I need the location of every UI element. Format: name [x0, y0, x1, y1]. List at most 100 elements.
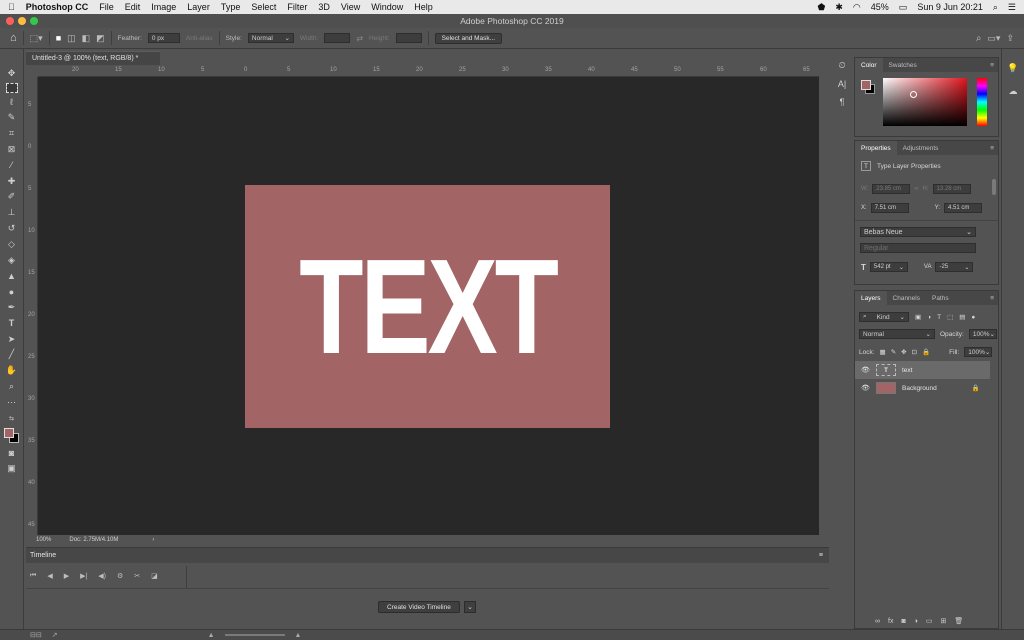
menu-type[interactable]: Type [221, 2, 241, 12]
properties-scrollbar[interactable] [992, 179, 996, 195]
tracking-input[interactable]: -25 ⌄ [935, 262, 974, 272]
home-icon[interactable]: ⌂ [10, 32, 17, 44]
paragraph-panel-icon[interactable]: ¶ [840, 97, 845, 107]
style-select[interactable]: Normal ⌄ [247, 33, 294, 43]
path-selection-tool-icon[interactable]: ➤ [5, 333, 19, 346]
character-panel-icon[interactable]: A| [838, 79, 846, 89]
learn-lightbulb-icon[interactable]: 💡 [1007, 63, 1018, 74]
lock-all-icon[interactable]: 🔒 [922, 348, 930, 356]
panel-menu-icon[interactable]: ≡ [990, 62, 998, 69]
adjustment-layer-icon[interactable]: ◑ [914, 618, 918, 625]
prev-frame-icon[interactable]: ◀ [47, 572, 52, 580]
rectangular-marquee-tool-icon[interactable] [5, 82, 18, 93]
clone-stamp-tool-icon[interactable]: ⊥ [5, 206, 19, 219]
layer-style-icon[interactable]: fx [888, 618, 893, 625]
text-layer-content[interactable]: TEXT [299, 239, 559, 374]
healing-brush-tool-icon[interactable]: ✚ [5, 175, 19, 188]
filter-shape-icon[interactable]: ⬚ [947, 313, 953, 321]
menu-edit[interactable]: Edit [125, 2, 141, 12]
edit-toolbar-icon[interactable]: ⋯ [5, 396, 19, 409]
fg-color-chip[interactable] [3, 427, 14, 438]
share-icon[interactable]: ⇪ [1006, 33, 1014, 44]
new-layer-icon[interactable]: ⊞ [941, 617, 947, 625]
convert-frames-icon[interactable]: ⊟⊟ [30, 631, 42, 639]
lock-artboard-icon[interactable]: ⊡ [912, 348, 917, 356]
lock-position-icon[interactable]: ✥ [901, 348, 906, 356]
filter-pixel-icon[interactable]: ▣ [915, 313, 921, 321]
app-menu[interactable]: Photoshop CC [26, 2, 89, 12]
menu-3d[interactable]: 3D [318, 2, 330, 12]
visibility-eye-icon[interactable]: 👁 [861, 366, 870, 375]
transition-icon[interactable]: ◪ [151, 572, 158, 580]
filter-smart-icon[interactable]: ▤ [959, 313, 965, 321]
create-video-timeline-button[interactable]: Create Video Timeline [378, 601, 460, 613]
swap-icon[interactable]: ⇄ [356, 34, 363, 43]
zoom-out-icon[interactable]: ▲ [208, 632, 215, 639]
type-tool-icon[interactable]: T [5, 317, 19, 330]
brush-tool-icon[interactable]: ✐ [5, 191, 19, 204]
screen-mode-icon[interactable]: ▣ [5, 462, 19, 475]
search-icon[interactable]: ⌕ [993, 2, 998, 13]
menu-layer[interactable]: Layer [187, 2, 210, 12]
font-style-select[interactable]: Regular [860, 243, 976, 253]
timeline-tab[interactable]: Timeline [30, 552, 56, 559]
lock-image-icon[interactable]: ✎ [891, 348, 896, 356]
filter-adjustment-icon[interactable]: ◑ [927, 314, 931, 321]
eraser-tool-icon[interactable]: ◇ [5, 238, 19, 251]
bluetooth-icon[interactable]: ✱ [835, 2, 843, 13]
zoom-window-icon[interactable] [30, 17, 38, 25]
blur-tool-icon[interactable]: ▲ [5, 270, 19, 283]
quick-mask-icon[interactable]: ◙ [5, 447, 19, 460]
select-and-mask-button[interactable]: Select and Mask... [434, 32, 503, 44]
subtract-selection-icon[interactable]: ◧ [82, 33, 91, 44]
zoom-level[interactable]: 100% [36, 537, 51, 543]
first-frame-icon[interactable]: ⏮ [30, 572, 36, 580]
pen-tool-icon[interactable]: ✒ [5, 301, 19, 314]
link-icon[interactable]: ∞ [914, 186, 918, 192]
delete-layer-icon[interactable]: 🗑 [954, 617, 963, 625]
wifi-icon[interactable]: ◠ [853, 2, 861, 13]
history-panel-icon[interactable]: ⏲ [838, 60, 845, 71]
swap-colors-icon[interactable]: ⇆ [5, 412, 19, 425]
vertical-ruler[interactable]: 5 0 5 10 15 20 25 30 35 40 45 [26, 77, 38, 535]
h-input[interactable]: 13.28 cm [932, 184, 971, 194]
crop-tool-icon[interactable]: ⌗ [5, 127, 19, 140]
quick-selection-tool-icon[interactable]: ✎ [5, 112, 19, 125]
menu-image[interactable]: Image [151, 2, 176, 12]
tab-layers[interactable]: Layers [855, 291, 887, 305]
color-field[interactable] [883, 78, 967, 126]
tab-channels[interactable]: Channels [887, 291, 926, 305]
settings-gear-icon[interactable]: ⚙ [117, 572, 123, 580]
tab-color[interactable]: Color [855, 58, 883, 72]
new-group-icon[interactable]: ▭ [926, 617, 933, 625]
play-icon[interactable]: ▶ [64, 572, 69, 580]
antialias-checkbox[interactable]: Anti-alias [186, 35, 213, 42]
shield-icon[interactable]: ⬟ [818, 2, 826, 13]
layer-row-background[interactable]: 👁 Background 🔒 [855, 379, 990, 397]
filter-toggle-icon[interactable]: ● [971, 314, 975, 321]
apple-menu-icon[interactable]:  [8, 2, 15, 12]
new-selection-icon[interactable]: ■ [56, 33, 61, 43]
font-family-select[interactable]: Bebas Neue ⌄ [860, 227, 976, 237]
panel-menu-icon[interactable]: ≡ [990, 145, 998, 152]
color-chips[interactable] [861, 80, 875, 94]
filter-kind-select[interactable]: ⌕ Kind ⌄ [859, 312, 909, 322]
close-window-icon[interactable] [6, 17, 14, 25]
next-frame-icon[interactable]: ▶| [80, 572, 87, 580]
intersect-selection-icon[interactable]: ◩ [96, 33, 105, 44]
audio-icon[interactable]: ◀) [98, 572, 106, 580]
fg-color-chip[interactable] [861, 80, 871, 90]
w-input[interactable]: 23.85 cm [872, 184, 911, 194]
tab-properties[interactable]: Properties [855, 141, 897, 155]
battery-icon[interactable]: ▭ [899, 2, 908, 13]
horizontal-ruler[interactable]: 20 15 10 5 0 5 10 15 20 25 30 35 40 45 50 55 60 65 [38, 66, 819, 77]
eyedropper-tool-icon[interactable]: ⁄ [5, 159, 19, 172]
workspace-icon[interactable]: ▭▾ [987, 33, 1000, 44]
minimize-window-icon[interactable] [18, 17, 26, 25]
search-icon[interactable]: ⌕ [976, 33, 982, 44]
menu-window[interactable]: Window [371, 2, 403, 12]
panel-menu-icon[interactable]: ≡ [990, 295, 998, 302]
color-picker-cursor[interactable] [910, 91, 917, 98]
add-selection-icon[interactable]: ◫ [67, 33, 76, 44]
zoom-tool-icon[interactable]: ⌕ [5, 380, 19, 393]
